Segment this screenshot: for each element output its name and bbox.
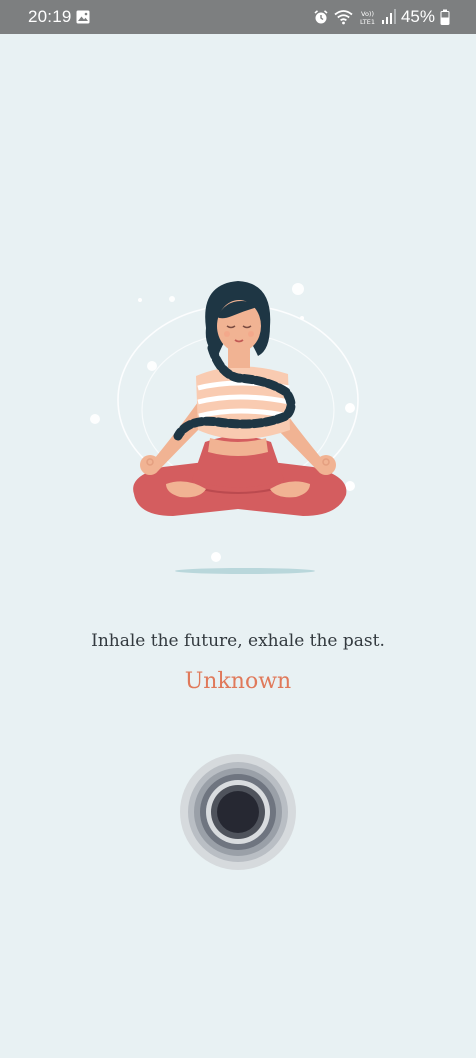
- alarm-icon: [314, 10, 328, 24]
- svg-text:LTE1: LTE1: [360, 18, 375, 25]
- status-bar: 20:19 Vo)) LTE1 45%: [0, 0, 476, 34]
- signal-icon: [381, 9, 396, 24]
- breath-circle-icon: [217, 791, 259, 833]
- status-icons: Vo)) LTE1 45%: [313, 6, 450, 28]
- quote-text: Inhale the future, exhale the past.: [91, 631, 385, 651]
- meditating-woman-illustration: [90, 281, 359, 574]
- gallery-icon: [76, 10, 90, 24]
- volte-icon: Vo)) LTE1: [360, 10, 375, 25]
- quote-author: Unknown: [184, 669, 292, 694]
- status-time: 20:19: [28, 7, 72, 26]
- battery-icon: [440, 9, 450, 25]
- breath-button[interactable]: [180, 754, 296, 870]
- battery-percent: 45%: [400, 7, 435, 26]
- svg-text:Vo)): Vo)): [361, 10, 374, 18]
- wifi-icon: [334, 10, 353, 25]
